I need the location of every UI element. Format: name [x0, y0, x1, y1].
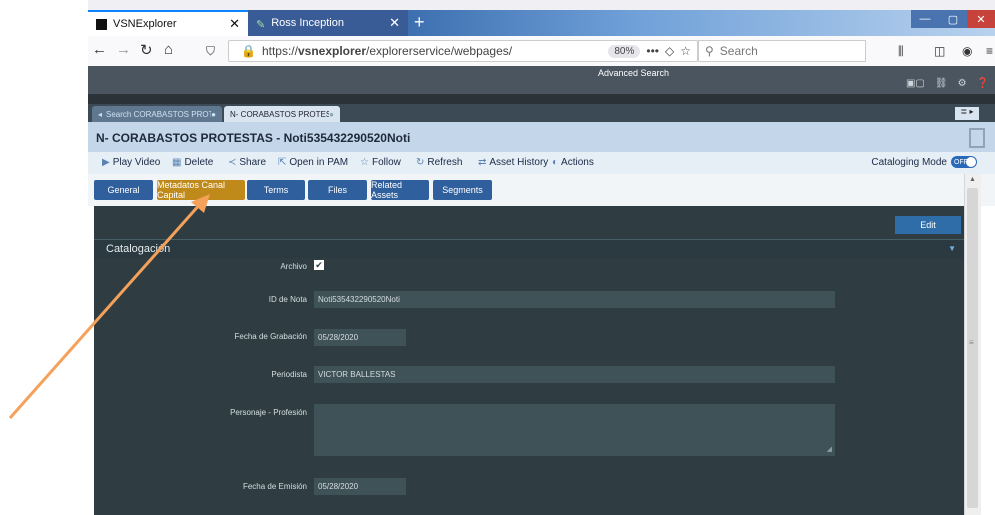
annotation-arrow: [8, 194, 210, 419]
arrow-shaft: [8, 202, 203, 419]
